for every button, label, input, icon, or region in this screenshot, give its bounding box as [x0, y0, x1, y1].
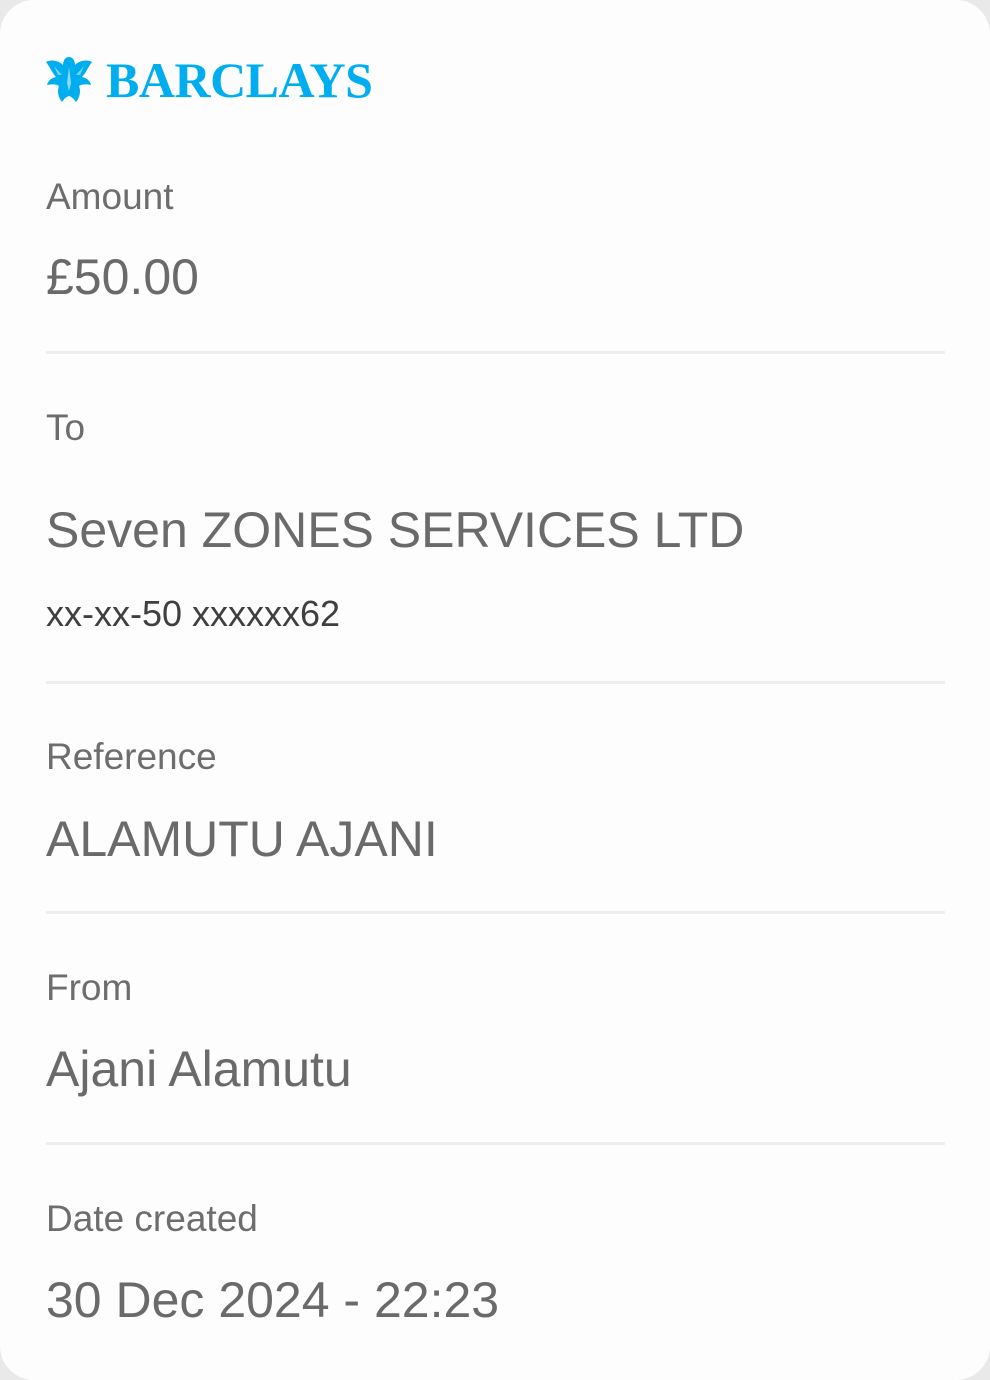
date-created-label: Date created: [46, 1198, 258, 1239]
divider: [46, 911, 945, 914]
eagle-icon: [46, 57, 92, 102]
divider: [46, 681, 945, 684]
divider: [46, 351, 945, 354]
to-label: To: [46, 407, 86, 448]
barclays-logo: BARCLAYS: [44, 52, 373, 108]
date-created-value: 30 Dec 2024 - 22:23: [46, 1272, 500, 1328]
from-value: Ajani Alamutu: [46, 1041, 352, 1097]
amount-label: Amount: [46, 176, 174, 217]
reference-label: Reference: [46, 736, 217, 777]
payee-account-number: xx-xx-50 xxxxxx62: [46, 593, 341, 634]
payment-receipt-card: BARCLAYS Amount £50.00 To Seven ZONES SE…: [0, 0, 990, 1380]
amount-value: £50.00: [46, 249, 199, 305]
brand-wordmark: BARCLAYS: [106, 52, 373, 108]
reference-value: ALAMUTU AJANI: [46, 811, 438, 867]
payee-name: Seven ZONES SERVICES LTD: [46, 502, 745, 558]
from-label: From: [46, 967, 133, 1008]
divider: [46, 1142, 945, 1145]
